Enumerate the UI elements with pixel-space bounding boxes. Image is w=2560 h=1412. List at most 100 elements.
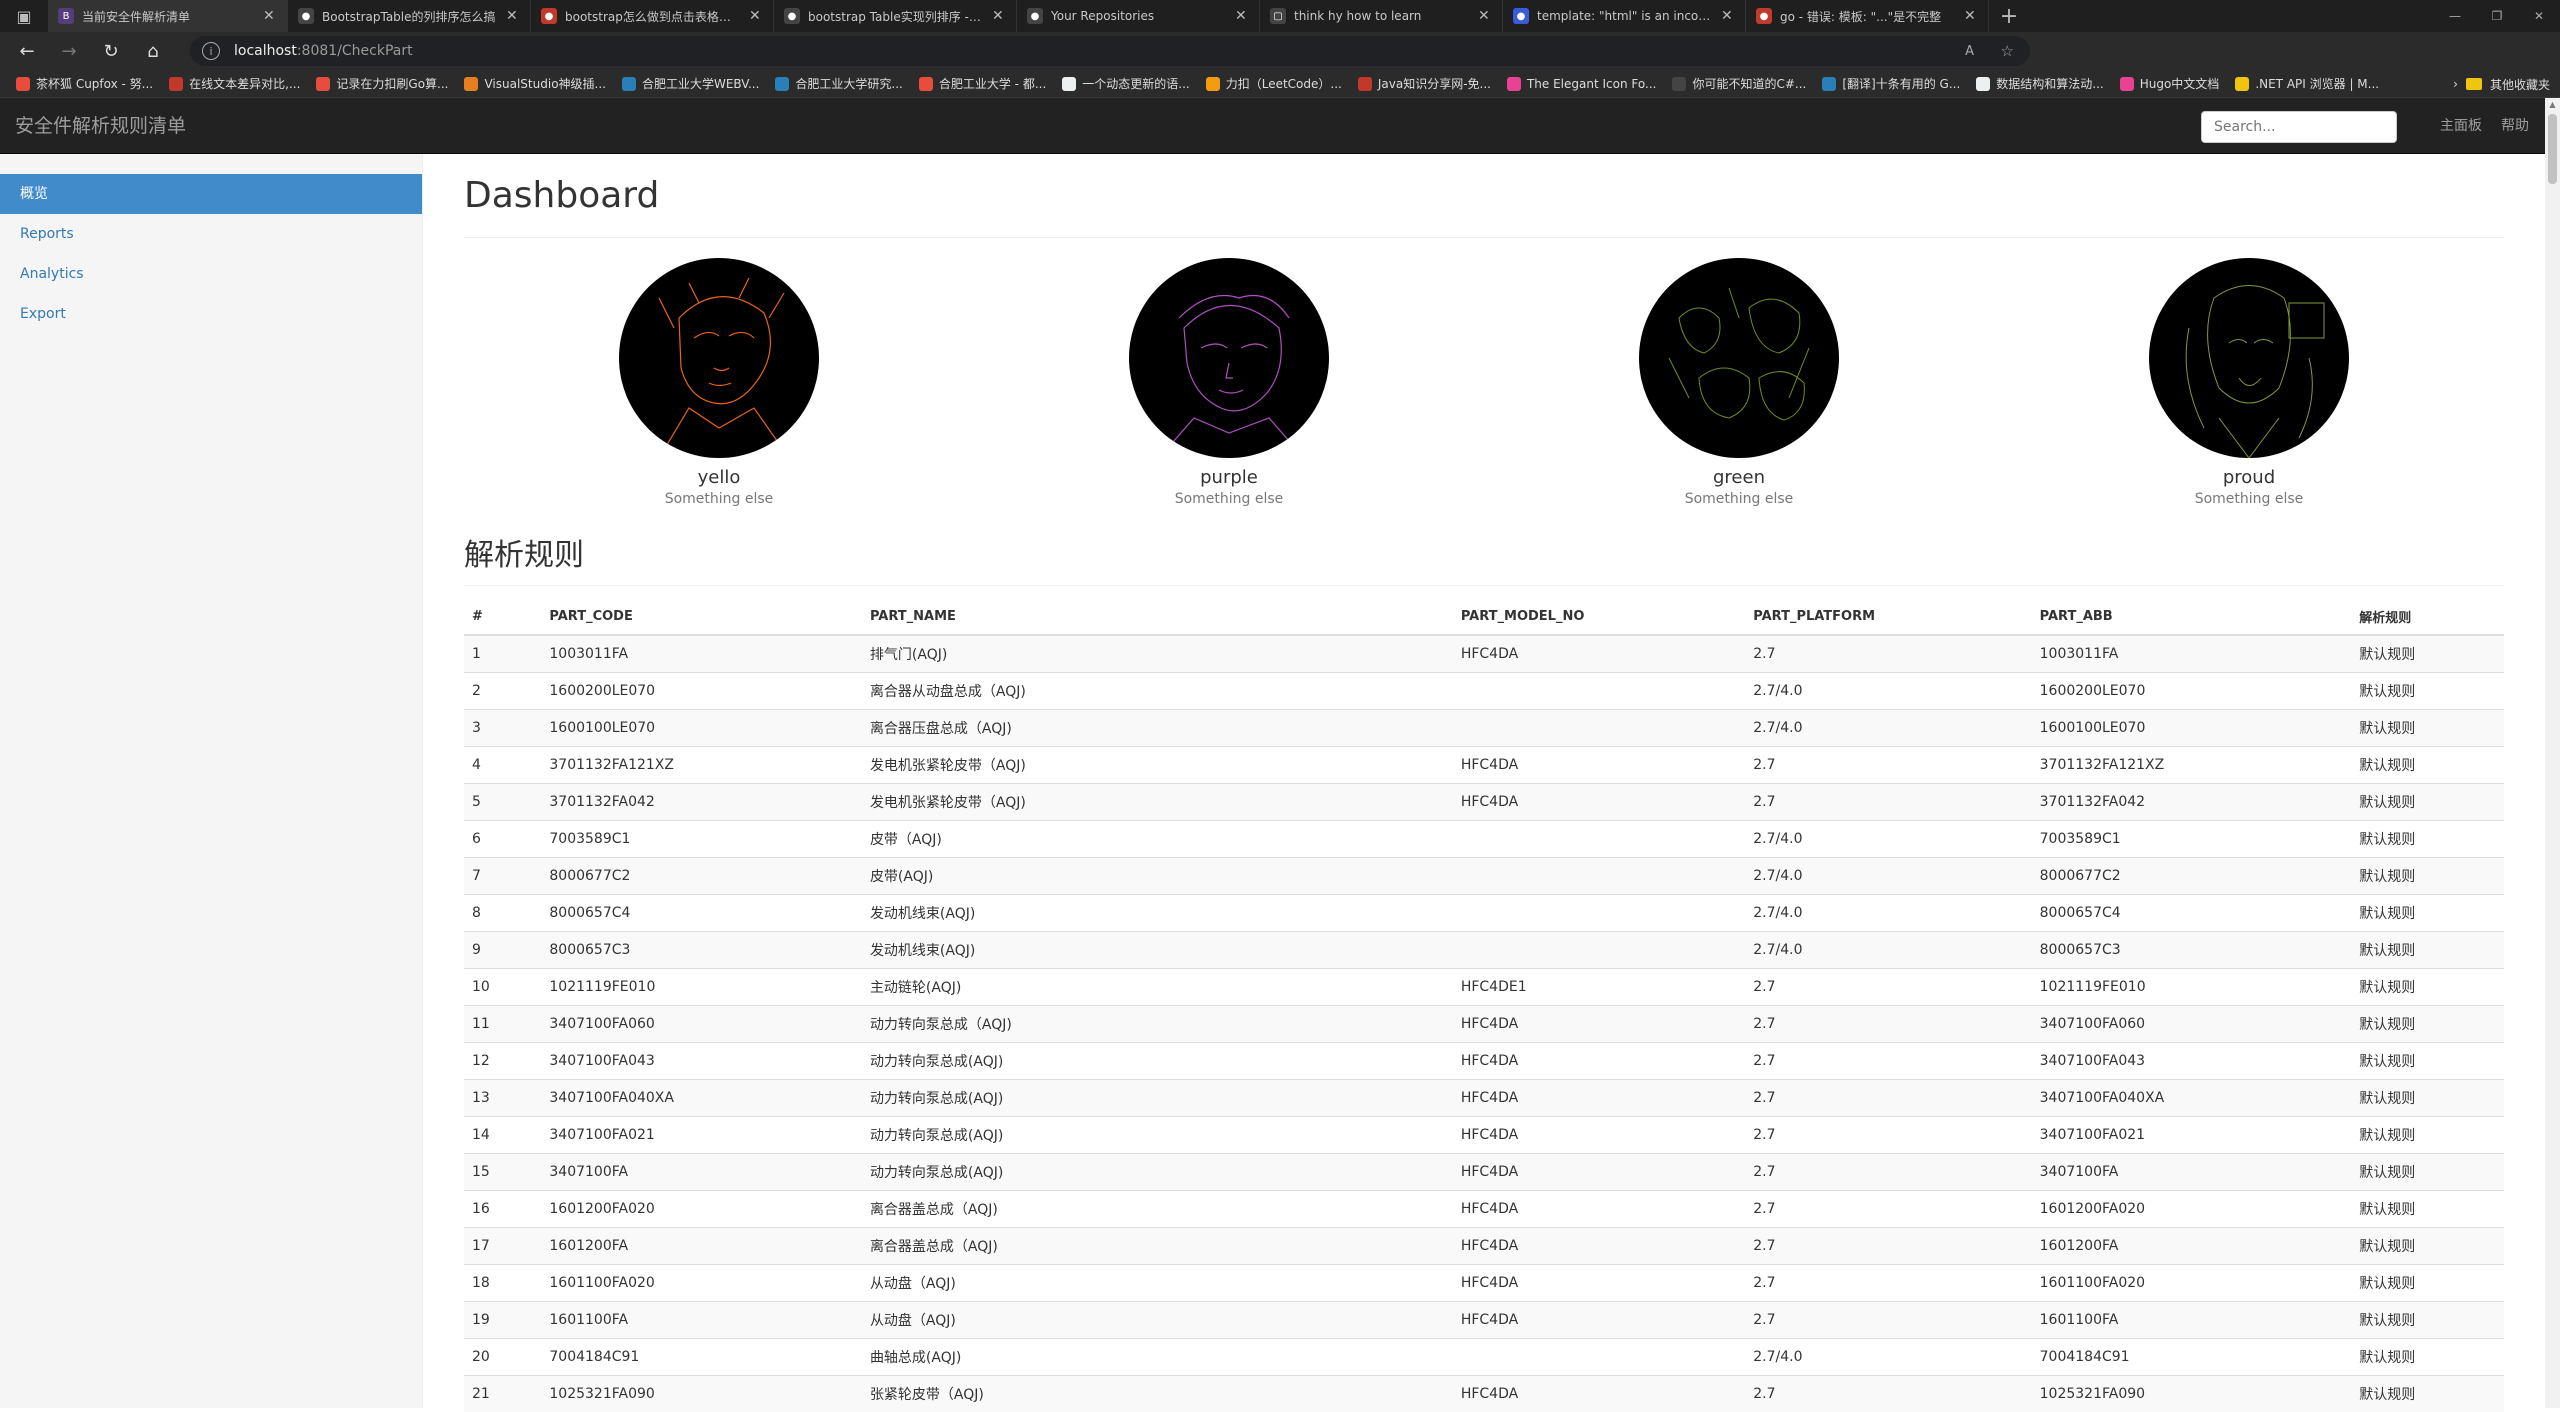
browser-tab[interactable]: B 当前安全件解析清单 ✕ (48, 0, 288, 32)
read-aloud-icon[interactable]: A (1965, 44, 1974, 59)
close-tab-icon[interactable]: ✕ (1235, 8, 1249, 24)
bookmark-list: 茶杯狐 Cupfox - 努... 在线文本差异对比,... 记录在力扣刷Go算..… (8, 75, 2387, 92)
table-cell (1452, 819, 1746, 857)
table-cell: 1601200FA020 (541, 1189, 862, 1227)
table-cell: 15 (464, 1152, 542, 1190)
close-tab-icon[interactable]: ✕ (506, 8, 520, 24)
scrollbar-thumb[interactable] (2548, 114, 2557, 184)
bookmark-item[interactable]: 合肥工业大学 - 都... (911, 75, 1054, 92)
table-cell: 默认规则 (2351, 1263, 2504, 1301)
column-header[interactable]: 解析规则 (2351, 598, 2504, 636)
table-cell: 默认规则 (2351, 967, 2504, 1005)
column-header[interactable]: PART_PLATFORM (1745, 598, 2032, 636)
table-cell: 动力转向泵总成(AQJ) (861, 1041, 1453, 1079)
placeholder-name: purple (1200, 467, 1258, 488)
minimize-icon[interactable]: — (2434, 0, 2476, 32)
table-cell: 1003011FA (2031, 634, 2352, 672)
other-bookmarks[interactable]: › 其他收藏夹 (2453, 70, 2550, 98)
tab-title: bootstrap Table实现列排序 - anc (808, 9, 984, 24)
bookmark-item[interactable]: Hugo中文文档 (2112, 75, 2228, 92)
home-icon[interactable]: ⌂ (132, 32, 174, 70)
bookmark-item[interactable]: 在线文本差异对比,... (161, 75, 308, 92)
nav-link-dashboard[interactable]: 主面板 (2440, 98, 2482, 154)
sidebar-item-reports[interactable]: Reports (0, 214, 422, 254)
close-tab-icon[interactable]: ✕ (749, 8, 763, 24)
bookmark-item[interactable]: Java知识分享网-免... (1350, 75, 1499, 92)
table-cell: 1025321FA090 (541, 1374, 862, 1412)
browser-tab[interactable]: ● bootstrap怎么做到点击表格表头 ✕ (531, 0, 774, 32)
column-header[interactable]: # (464, 598, 542, 636)
column-header[interactable]: PART_NAME (861, 598, 1453, 636)
table-cell: 8000677C2 (541, 856, 862, 894)
table-cell: 8000657C3 (541, 930, 862, 968)
browser-tab[interactable]: ● BootstrapTable的列排序怎么搞 ✕ (288, 0, 531, 32)
table-row: 12 3407100FA043 动力转向泵总成(AQJ) HFC4DA 2.7 34071… (464, 1041, 2504, 1079)
column-header[interactable]: PART_ABB (2031, 598, 2352, 636)
bookmark-item[interactable]: 记录在力扣刷Go算... (308, 75, 456, 92)
browser-tab[interactable]: ● go - 错误: 模板: "..."是不完整 ✕ (1746, 0, 1989, 32)
table-cell: 4 (464, 745, 542, 783)
bookmark-item[interactable]: VisualStudio神级插... (456, 75, 614, 92)
browser-tab[interactable]: ▢ think hy how to learn ✕ (1260, 0, 1503, 32)
back-icon[interactable]: ← (6, 32, 48, 70)
close-tab-icon[interactable]: ✕ (992, 8, 1006, 24)
bookmark-item[interactable]: 数据结构和算法动... (1968, 75, 2111, 92)
table-cell: 动力转向泵总成（AQJ) (861, 1004, 1453, 1042)
bookmark-item[interactable]: [翻译]十条有用的 G... (1814, 75, 1968, 92)
forward-icon[interactable]: → (48, 32, 90, 70)
bookmark-label: 力扣（LeetCode）... (1225, 77, 1342, 91)
sidebar-item-analytics[interactable]: Analytics (0, 254, 422, 294)
avatar-image (1129, 258, 1329, 458)
column-header[interactable]: PART_CODE (541, 598, 862, 636)
table-row: 8 8000657C4 发动机线束(AQJ) 2.7/4.0 8000657C4 默认规则 (464, 893, 2504, 931)
table-cell: 2.7/4.0 (1745, 671, 2032, 709)
bookmark-item[interactable]: The Elegant Icon Fo... (1499, 75, 1664, 92)
url-field[interactable]: i localhost:8081/CheckPart A ☆ (190, 36, 2030, 66)
table-cell: 主动链轮(AQJ) (861, 967, 1453, 1005)
table-cell: HFC4DA (1452, 1115, 1746, 1153)
bookmark-item[interactable]: 茶杯狐 Cupfox - 努... (8, 75, 161, 92)
close-tab-icon[interactable]: ✕ (263, 8, 277, 24)
table-cell: 发动机线束(AQJ) (861, 930, 1453, 968)
close-tab-icon[interactable]: ✕ (1964, 8, 1978, 24)
brand-title[interactable]: 安全件解析规则清单 (15, 98, 186, 154)
browser-tab[interactable]: ● Your Repositories ✕ (1017, 0, 1260, 32)
table-cell: 7004184C91 (2031, 1337, 2352, 1375)
nav-link-help[interactable]: 帮助 (2501, 98, 2529, 154)
column-header[interactable]: PART_MODEL_NO (1452, 598, 1746, 636)
bookmark-favicon-icon (316, 76, 331, 91)
site-info-icon[interactable]: i (202, 42, 220, 60)
refresh-icon[interactable]: ↻ (90, 32, 132, 70)
bookmark-item[interactable]: 力扣（LeetCode）... (1198, 75, 1350, 92)
bookmark-item[interactable]: 合肥工业大学研究... (767, 75, 910, 92)
sidebar-item-overview[interactable]: 概览 (0, 174, 422, 214)
scroll-up-icon[interactable]: ▲ (2545, 98, 2560, 112)
close-window-icon[interactable]: ✕ (2518, 0, 2560, 32)
browser-tab[interactable]: ● template: "html" is an incomplet ✕ (1503, 0, 1746, 32)
table-cell: 曲轴总成(AQJ) (861, 1337, 1453, 1375)
table-cell: 1601100FA (2031, 1300, 2352, 1338)
new-tab-button[interactable]: + (1989, 0, 2029, 32)
table-cell: HFC4DA (1452, 1300, 1746, 1338)
table-cell: 默认规则 (2351, 782, 2504, 820)
close-tab-icon[interactable]: ✕ (1478, 8, 1492, 24)
bookmark-label: Java知识分享网-免... (1377, 77, 1491, 91)
bookmark-item[interactable]: 一个动态更新的语... (1054, 75, 1197, 92)
page-scrollbar[interactable]: ▲ (2545, 98, 2560, 1408)
sidebar-item-export[interactable]: Export (0, 294, 422, 334)
table-header-row: # PART_CODE PART_NAME PART_MODEL_NO PART_PLA… (464, 598, 2504, 636)
browser-tab[interactable]: ● bootstrap Table实现列排序 - anc ✕ (774, 0, 1017, 32)
bookmark-item[interactable]: .NET API 浏览器 | M... (2227, 75, 2387, 92)
tab-actions-icon[interactable]: ▣ (0, 0, 48, 32)
chevron-right-icon[interactable]: › (2453, 77, 2458, 91)
table-row: 21 1025321FA090 张紧轮皮带（AQJ) HFC4DA 2.7 1025321… (464, 1374, 2504, 1412)
table-cell: 8000657C3 (2031, 930, 2352, 968)
tab-favicon-icon: B (58, 8, 74, 24)
bookmark-item[interactable]: 你可能不知道的C#... (1664, 75, 1814, 92)
search-input[interactable] (2201, 111, 2397, 143)
restore-icon[interactable]: ❐ (2476, 0, 2518, 32)
favorite-add-icon[interactable]: ☆ (2001, 42, 2014, 60)
close-tab-icon[interactable]: ✕ (1721, 8, 1735, 24)
bookmark-item[interactable]: 合肥工业大学WEBV... (614, 75, 767, 92)
bookmark-label: .NET API 浏览器 | M... (2255, 77, 2380, 91)
